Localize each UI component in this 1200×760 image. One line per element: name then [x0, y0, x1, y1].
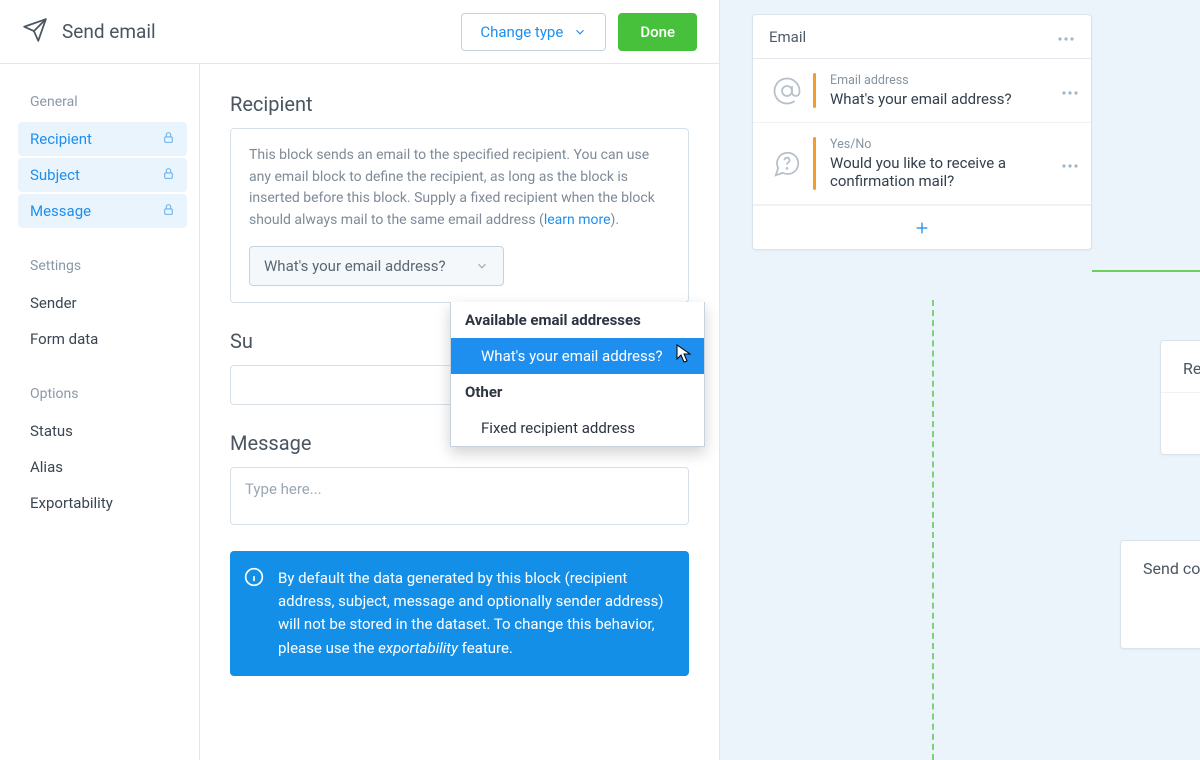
sidebar: General Recipient Subject Message Settin…	[0, 64, 200, 760]
sidebar-item-label: Recipient	[30, 130, 92, 148]
sidebar-item-label: Sender	[30, 294, 77, 312]
dropdown-option-fixed[interactable]: Fixed recipient address	[451, 410, 704, 446]
sidebar-item-label: Message	[30, 202, 91, 220]
main-panel: Recipient This block sends an email to t…	[200, 64, 719, 760]
done-label: Done	[640, 23, 675, 41]
message-input[interactable]: Type here...	[230, 467, 689, 525]
sidebar-item-label: Subject	[30, 166, 80, 184]
mouse-cursor-icon	[676, 344, 692, 368]
row-value: What's your email address?	[830, 90, 1061, 108]
more-icon[interactable]	[1057, 28, 1075, 46]
lock-icon	[162, 202, 175, 220]
canvas-card-partial[interactable]: Re	[1160, 340, 1200, 455]
plus-icon	[914, 220, 930, 236]
accent-bar	[813, 137, 816, 190]
canvas-card-label: Re	[1183, 359, 1200, 378]
accent-bar	[813, 73, 816, 108]
learn-more-link[interactable]: learn more	[544, 212, 611, 228]
recipient-select-value: What's your email address?	[264, 257, 446, 275]
email-block-header: Email	[753, 15, 1091, 59]
more-icon[interactable]	[1061, 154, 1079, 173]
email-block-row[interactable]: Yes/No Would you like to receive a confi…	[753, 123, 1091, 205]
recipient-select[interactable]: What's your email address?	[249, 246, 504, 286]
recipient-help-b: ).	[611, 212, 620, 228]
recipient-card: This block sends an email to the specifi…	[230, 128, 689, 303]
canvas-preview: Email Email address What's your email ad…	[720, 0, 1200, 760]
message-placeholder: Type here...	[245, 480, 322, 498]
page-title: Send email	[62, 20, 461, 43]
canvas-card-partial[interactable]: Send co	[1120, 540, 1200, 649]
dropdown-group-available: Available email addresses	[451, 302, 704, 338]
email-block-card[interactable]: Email Email address What's your email ad…	[752, 14, 1092, 250]
sidebar-item-label: Exportability	[30, 494, 113, 512]
at-icon	[765, 76, 809, 106]
paper-plane-icon	[22, 17, 48, 47]
sidebar-item-label: Form data	[30, 330, 98, 348]
question-icon	[765, 149, 809, 179]
email-block-title: Email	[769, 28, 806, 46]
recipient-dropdown: Available email addresses What's your em…	[450, 302, 705, 447]
chevron-down-icon	[475, 259, 489, 273]
row-value: Would you like to receive a confirmation…	[830, 154, 1061, 190]
more-icon[interactable]	[1061, 81, 1079, 100]
chevron-down-icon	[573, 25, 587, 39]
lock-icon	[162, 166, 175, 184]
exportability-banner: By default the data generated by this bl…	[230, 551, 689, 676]
sidebar-item-label: Alias	[30, 458, 63, 476]
email-block-row[interactable]: Email address What's your email address?	[753, 59, 1091, 123]
dropdown-option-email-block[interactable]: What's your email address?	[451, 338, 704, 374]
banner-text-b: exportability	[378, 639, 458, 657]
dropdown-group-other: Other	[451, 374, 704, 410]
sidebar-item-alias[interactable]: Alias	[18, 450, 187, 484]
sidebar-item-label: Status	[30, 422, 73, 440]
recipient-help: This block sends an email to the specifi…	[249, 145, 670, 232]
lock-icon	[162, 130, 175, 148]
info-icon	[244, 567, 264, 594]
sidebar-item-message[interactable]: Message	[18, 194, 187, 228]
canvas-card-label: Send co	[1143, 559, 1200, 578]
sidebar-group-options: Options	[30, 386, 199, 402]
sidebar-item-exportability[interactable]: Exportability	[18, 486, 187, 520]
add-row-button[interactable]	[753, 205, 1091, 249]
sidebar-group-general: General	[30, 94, 199, 110]
row-label: Yes/No	[830, 137, 1061, 152]
sidebar-item-sender[interactable]: Sender	[18, 286, 187, 320]
toolbar: Send email Change type Done	[0, 0, 719, 64]
sidebar-item-recipient[interactable]: Recipient	[18, 122, 187, 156]
row-label: Email address	[830, 73, 1061, 88]
connector-line	[932, 300, 934, 760]
recipient-heading: Recipient	[230, 92, 689, 116]
sidebar-item-status[interactable]: Status	[18, 414, 187, 448]
change-type-label: Change type	[480, 23, 563, 41]
change-type-button[interactable]: Change type	[461, 13, 606, 51]
banner-text-c: feature.	[458, 639, 513, 657]
done-button[interactable]: Done	[618, 13, 697, 51]
sidebar-item-form-data[interactable]: Form data	[18, 322, 187, 356]
sidebar-group-settings: Settings	[30, 258, 199, 274]
sidebar-item-subject[interactable]: Subject	[18, 158, 187, 192]
connector-line	[1092, 270, 1200, 272]
